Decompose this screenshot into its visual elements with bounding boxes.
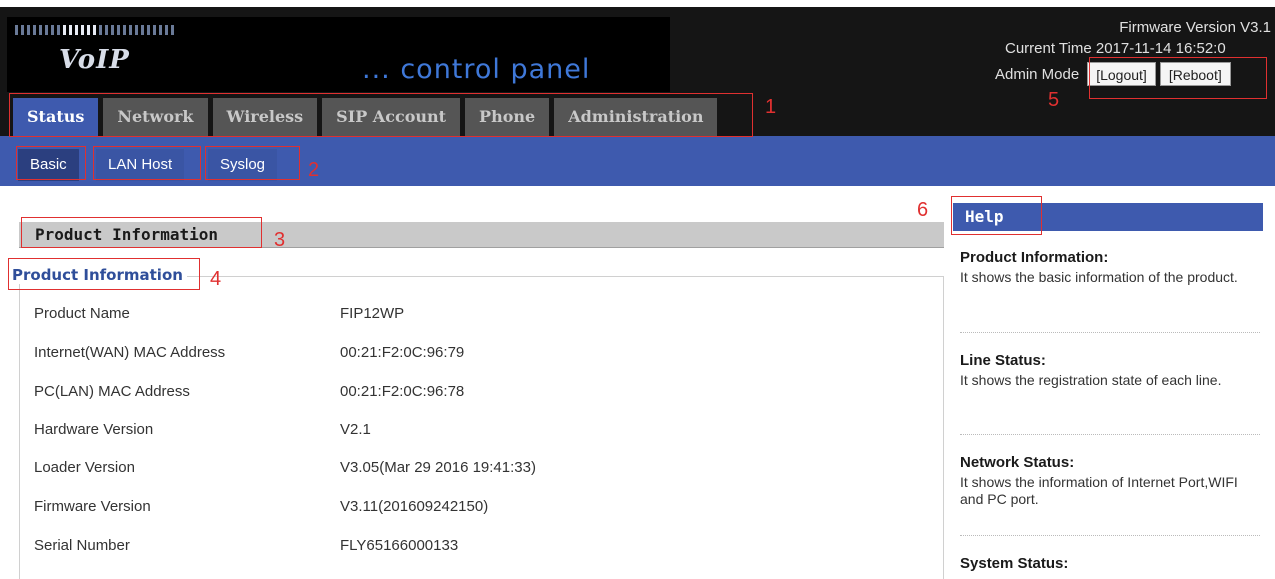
- help-title: Help: [965, 207, 1004, 226]
- admin-row: Admin Mode [Logout] [Reboot]: [995, 62, 1231, 86]
- wan-mac-label: Internet(WAN) MAC Address: [34, 344, 226, 361]
- annotation-number: 1: [765, 96, 777, 118]
- tab-wireless[interactable]: Wireless: [212, 98, 318, 136]
- subtab-syslog[interactable]: Syslog: [208, 149, 278, 181]
- help-separator: [960, 434, 1260, 435]
- section-header-bar: Product Information: [19, 222, 944, 248]
- annotation-number: 6: [917, 199, 929, 221]
- tab-sip-account[interactable]: SIP Account: [322, 98, 461, 136]
- tab-status[interactable]: Status: [13, 98, 99, 136]
- current-time-text: Current Time 2017-11-14 16:52:0: [1005, 40, 1226, 57]
- logo-panel: VoIP ... control panel: [7, 17, 670, 92]
- help-item-heading: Network Status:: [960, 454, 1075, 471]
- subtab-lan-host[interactable]: LAN Host: [96, 149, 185, 181]
- main-tabs: Status Network Wireless SIP Account Phon…: [13, 98, 718, 136]
- help-item-heading: Line Status:: [960, 352, 1046, 369]
- control-panel-subtitle: ... control panel: [362, 54, 591, 85]
- sub-navigation: Basic LAN Host Syslog: [0, 136, 1275, 186]
- section-title: Product Information: [35, 225, 219, 244]
- logout-button[interactable]: [Logout]: [1087, 62, 1156, 86]
- tab-administration[interactable]: Administration: [554, 98, 718, 136]
- firmware-version-text: Firmware Version V3.1: [1119, 19, 1271, 36]
- annotation-number: 5: [1048, 89, 1060, 111]
- serial-number-label: Serial Number: [34, 537, 130, 554]
- annotation-number: 3: [274, 229, 286, 251]
- product-name-label: Product Name: [34, 305, 130, 322]
- help-item-text: It shows the registration state of each …: [960, 372, 1222, 388]
- help-item-heading: Product Information:: [960, 249, 1109, 266]
- tab-network[interactable]: Network: [103, 98, 208, 136]
- loader-version-label: Loader Version: [34, 459, 135, 476]
- product-name-value: FIP12WP: [340, 305, 405, 322]
- header: VoIP ... control panel Firmware Version …: [0, 0, 1275, 136]
- help-separator: [960, 535, 1260, 536]
- logo-text: VoIP: [59, 45, 130, 75]
- product-info-fieldset: [19, 276, 944, 579]
- help-item-heading: System Status:: [960, 555, 1069, 572]
- reboot-button[interactable]: [Reboot]: [1159, 62, 1231, 86]
- fieldset-legend: Product Information: [12, 266, 187, 284]
- subtab-basic[interactable]: Basic: [18, 149, 79, 181]
- firmware-version-label: Firmware Version: [34, 498, 151, 515]
- annotation-number: 2: [308, 159, 320, 181]
- help-item-text: It shows the information of Internet Por…: [960, 474, 1238, 507]
- hardware-version-value: V2.1: [340, 421, 371, 438]
- lan-mac-value: 00:21:F2:0C:96:78: [340, 383, 465, 400]
- tab-phone[interactable]: Phone: [465, 98, 550, 136]
- help-item-text: It shows the basic information of the pr…: [960, 269, 1238, 285]
- firmware-version-value: V3.11(201609242150): [340, 498, 489, 515]
- loader-version-value: V3.05(Mar 29 2016 19:41:33): [340, 459, 536, 476]
- admin-mode-label: Admin Mode: [995, 65, 1080, 83]
- hardware-version-label: Hardware Version: [34, 421, 154, 438]
- lan-mac-label: PC(LAN) MAC Address: [34, 383, 190, 400]
- logo-bars-decoration: [15, 25, 174, 35]
- help-header-bar: Help: [953, 203, 1263, 231]
- annotation-number: 4: [210, 268, 222, 290]
- serial-number-value: FLY65166000133: [340, 537, 459, 554]
- help-separator: [960, 332, 1260, 333]
- wan-mac-value: 00:21:F2:0C:96:79: [340, 344, 465, 361]
